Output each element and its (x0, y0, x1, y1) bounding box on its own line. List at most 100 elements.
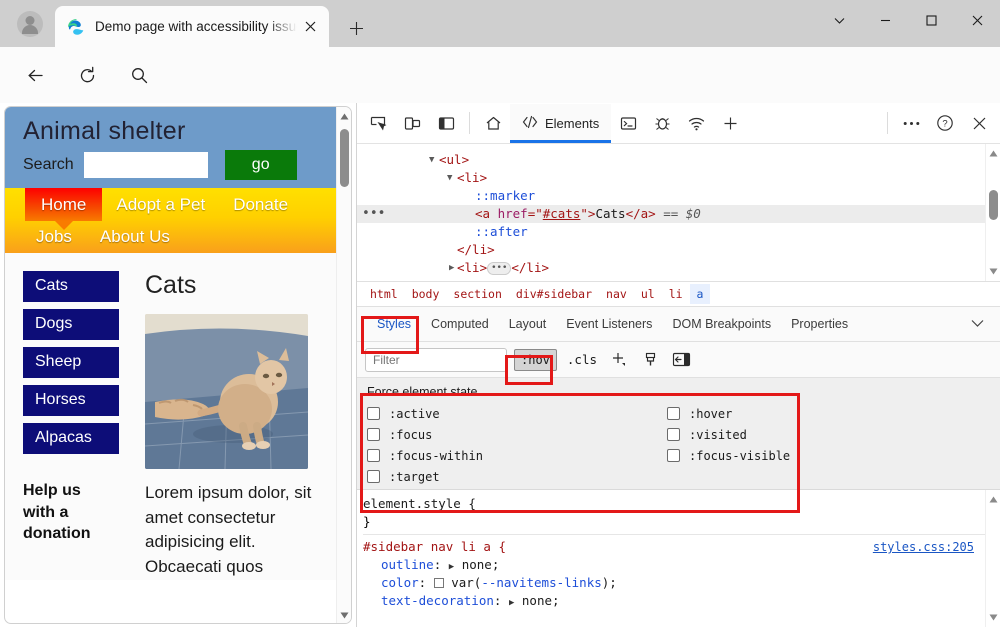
dom-line-anchor-selected[interactable]: ••• <a href="#cats">Cats</a> == $0 (357, 205, 1000, 223)
back-arrow-icon[interactable] (20, 60, 50, 90)
question-circle-icon[interactable]: ? (928, 108, 962, 138)
dom-more-icon[interactable]: ••• (362, 205, 385, 223)
profile-button[interactable] (8, 8, 52, 40)
css-value[interactable]: none (462, 557, 492, 572)
scroll-thumb[interactable] (340, 129, 349, 187)
dock-side-icon[interactable] (429, 108, 463, 138)
css-declaration-outline[interactable]: outline: ▶ none; (363, 556, 1000, 574)
devtools-more-icon[interactable] (894, 108, 928, 138)
css-property[interactable]: outline (363, 557, 434, 572)
dom-ellipsis-badge[interactable]: ••• (487, 262, 512, 275)
class-toggle-button[interactable]: .cls (564, 352, 600, 367)
scroll-up-arrow-icon[interactable] (986, 492, 1000, 507)
inspect-element-icon[interactable] (361, 108, 395, 138)
dom-line-li-collapsed[interactable]: ▶ <li> ••• </li> (357, 259, 1000, 277)
breadcrumb[interactable]: html body section div#sidebar nav ul li … (357, 281, 1000, 306)
force-state-target[interactable]: :target (367, 466, 667, 487)
page-scrollbar[interactable] (336, 107, 351, 623)
chevron-down-icon[interactable] (971, 317, 984, 331)
tab-layout[interactable]: Layout (499, 311, 557, 337)
device-emulation-icon[interactable] (395, 108, 429, 138)
scroll-down-arrow-icon[interactable] (986, 264, 1000, 279)
network-icon[interactable] (679, 108, 713, 138)
home-icon[interactable] (476, 108, 510, 138)
css-property[interactable]: color (363, 575, 419, 590)
checkbox[interactable] (367, 449, 380, 462)
css-property[interactable]: text-decoration (363, 593, 494, 608)
new-style-rule-icon[interactable] (607, 348, 631, 372)
breadcrumb-div-sidebar[interactable]: div#sidebar (509, 284, 599, 304)
minimize-icon[interactable] (862, 0, 908, 40)
browser-tab[interactable]: Demo page with accessibility issues (55, 6, 329, 47)
nav-item-about[interactable]: About Us (86, 227, 184, 247)
color-swatch-icon[interactable] (433, 578, 444, 588)
checkbox[interactable] (367, 407, 380, 420)
sidebar-link-cats[interactable]: Cats (23, 271, 119, 302)
css-rule-sidebar-selector[interactable]: #sidebar nav li a { styles.css:205 (363, 538, 1000, 556)
nav-item-jobs[interactable]: Jobs (36, 227, 86, 247)
dom-tree[interactable]: ▼ <ul> ▼ <li> ::marker ••• <a href="#cats">… (357, 144, 1000, 281)
breadcrumb-nav[interactable]: nav (599, 284, 634, 304)
checkbox[interactable] (367, 428, 380, 441)
scroll-down-arrow-icon[interactable] (337, 608, 351, 623)
sidebar-link-dogs[interactable]: Dogs (23, 309, 119, 340)
styles-rules-pane[interactable]: element.style { } #sidebar nav li a { st… (357, 490, 1000, 627)
css-source-link[interactable]: styles.css:205 (873, 538, 974, 556)
tab-event-listeners[interactable]: Event Listeners (556, 311, 662, 337)
styles-pane-scrollbar[interactable] (985, 490, 1000, 627)
maximize-icon[interactable] (908, 0, 954, 40)
nav-item-home[interactable]: Home (25, 188, 103, 221)
breadcrumb-li[interactable]: li (662, 284, 690, 304)
breadcrumb-section[interactable]: section (446, 284, 508, 304)
dom-line-ul[interactable]: ▼ <ul> (357, 151, 1000, 169)
page-search-input[interactable] (83, 152, 208, 178)
window-close-icon[interactable] (954, 0, 1000, 40)
expand-triangle-icon[interactable]: ▼ (447, 169, 452, 187)
breadcrumb-body[interactable]: body (405, 284, 447, 304)
toggle-sidebar-icon[interactable] (669, 348, 693, 372)
scroll-up-arrow-icon[interactable] (986, 146, 1000, 161)
dom-line-marker[interactable]: ::marker (357, 187, 1000, 205)
scroll-up-arrow-icon[interactable] (337, 109, 351, 124)
devtools-close-icon[interactable] (962, 108, 996, 138)
brush-icon[interactable] (638, 348, 662, 372)
sidebar-link-horses[interactable]: Horses (23, 385, 119, 416)
force-state-focus-within[interactable]: :focus-within (367, 445, 667, 466)
nav-item-donate[interactable]: Donate (219, 188, 302, 221)
scroll-thumb[interactable] (989, 190, 998, 220)
refresh-icon[interactable] (72, 60, 102, 90)
sidebar-link-sheep[interactable]: Sheep (23, 347, 119, 378)
css-declaration-text-decoration[interactable]: text-decoration: ▶ none; (363, 592, 1000, 610)
force-state-hover[interactable]: :hover (667, 403, 967, 424)
checkbox[interactable] (367, 470, 380, 483)
force-state-focus[interactable]: :focus (367, 424, 667, 445)
dom-line-li[interactable]: ▼ <li> (357, 169, 1000, 187)
tab-styles[interactable]: Styles (367, 311, 421, 337)
chevron-down-icon[interactable] (816, 0, 862, 40)
collapse-triangle-icon[interactable]: ▶ (449, 259, 454, 277)
scroll-down-arrow-icon[interactable] (986, 610, 1000, 625)
close-icon[interactable] (297, 14, 323, 40)
console-icon[interactable] (611, 108, 645, 138)
dom-tree-scrollbar[interactable] (985, 144, 1000, 281)
expand-triangle-icon[interactable]: ▼ (429, 151, 434, 169)
css-declaration-color[interactable]: color: var(--navitems-links); (363, 574, 1000, 592)
force-state-active[interactable]: :active (367, 403, 667, 424)
force-state-focus-visible[interactable]: :focus-visible (667, 445, 967, 466)
tab-computed[interactable]: Computed (421, 311, 499, 337)
tab-elements[interactable]: Elements (510, 103, 612, 143)
dom-line-after[interactable]: ::after (357, 223, 1000, 241)
force-state-visited[interactable]: :visited (667, 424, 967, 445)
go-button[interactable]: go (224, 150, 297, 180)
breadcrumb-ul[interactable]: ul (634, 284, 662, 304)
breadcrumb-html[interactable]: html (363, 284, 405, 304)
checkbox[interactable] (667, 407, 680, 420)
breadcrumb-a[interactable]: a (689, 284, 711, 304)
checkbox[interactable] (667, 449, 680, 462)
checkbox[interactable] (667, 428, 680, 441)
dom-attr-value[interactable]: #cats (543, 206, 581, 221)
debugger-icon[interactable] (645, 108, 679, 138)
force-state-toggle-button[interactable]: :hov (514, 348, 557, 371)
css-value[interactable]: none (522, 593, 552, 608)
tab-dom-breakpoints[interactable]: DOM Breakpoints (662, 311, 781, 337)
